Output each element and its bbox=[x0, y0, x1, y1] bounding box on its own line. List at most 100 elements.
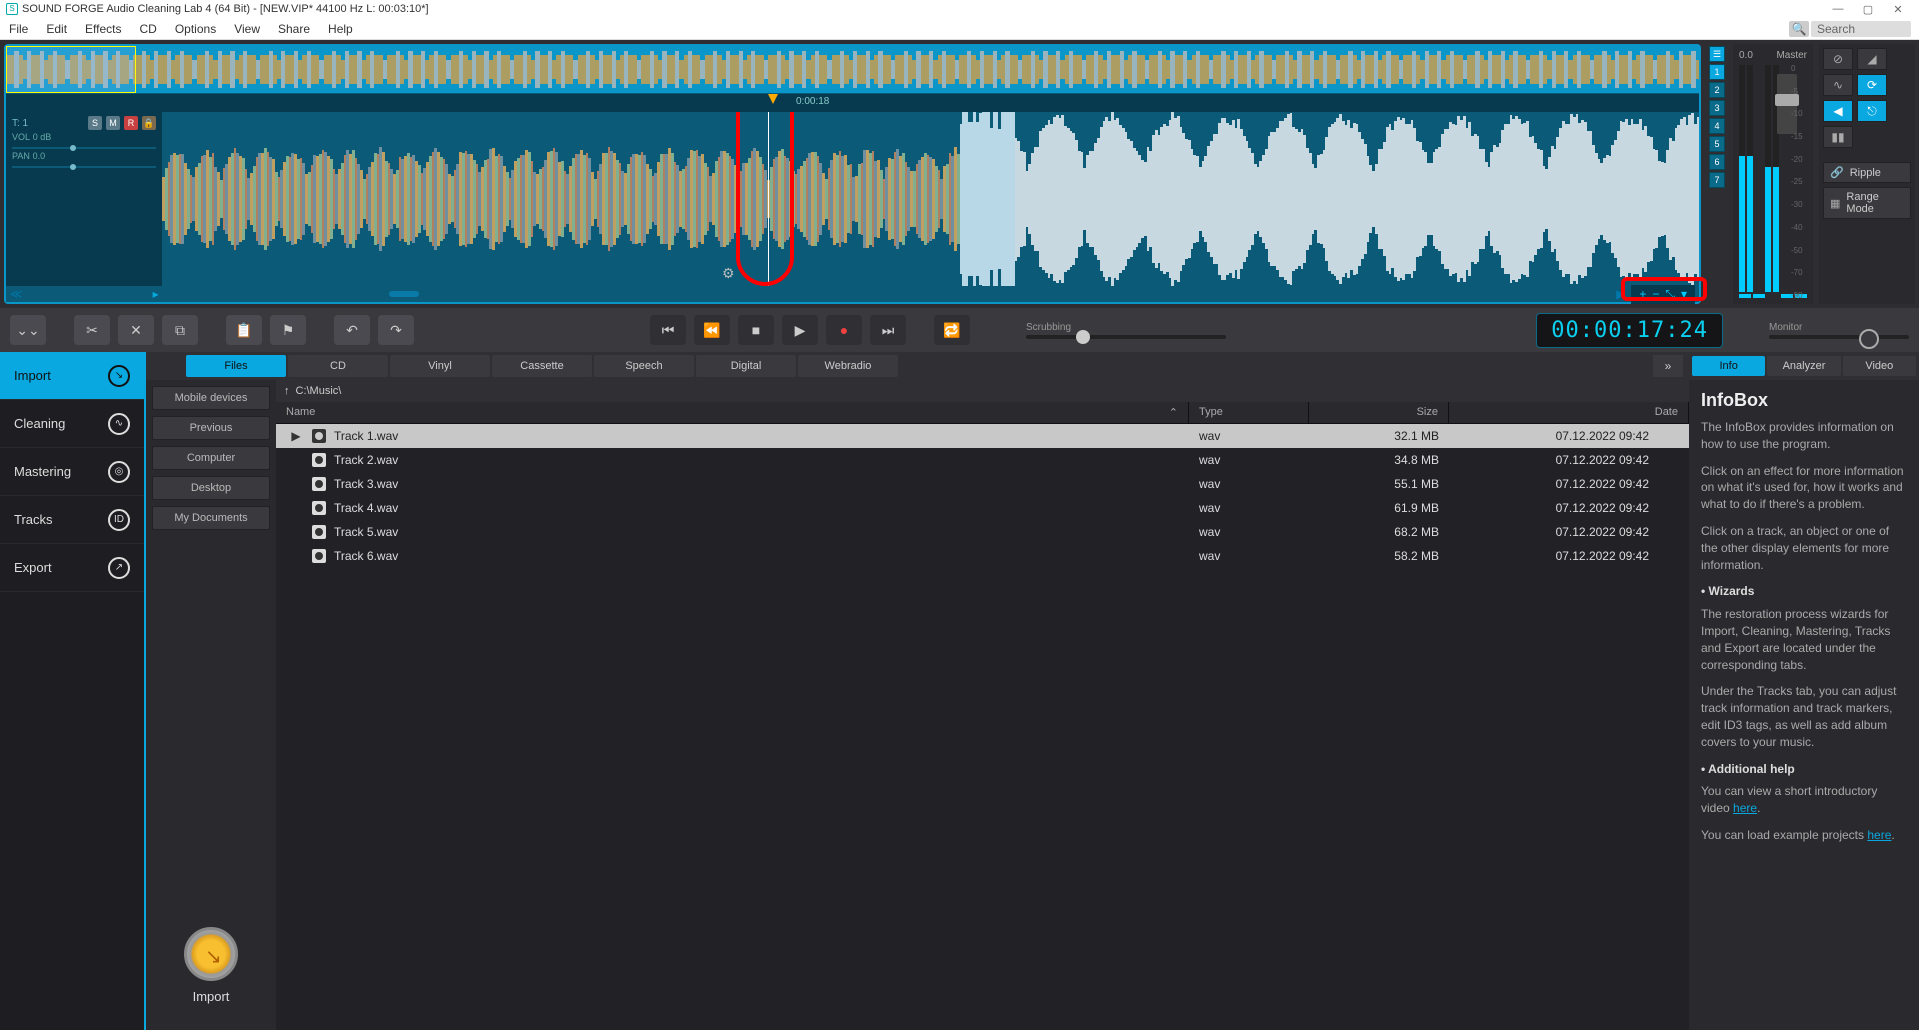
tool-wave-icon[interactable]: ∿ bbox=[1823, 74, 1853, 96]
undo-button[interactable]: ↶ bbox=[334, 315, 370, 345]
menu-options[interactable]: Options bbox=[166, 22, 225, 36]
loc-desktop[interactable]: Desktop bbox=[152, 476, 270, 500]
rewind-button[interactable]: ⏪ bbox=[694, 315, 730, 345]
sidebar-item-export[interactable]: Export↗ bbox=[0, 544, 144, 592]
pan-slider[interactable] bbox=[12, 166, 156, 168]
zoom-fit-button[interactable]: ⤡ bbox=[1665, 287, 1675, 302]
timeline-ruler[interactable]: 0:00:18 bbox=[6, 94, 1699, 112]
loc-computer[interactable]: Computer bbox=[152, 446, 270, 470]
track-5-button[interactable]: 5 bbox=[1709, 136, 1725, 152]
track-list-button[interactable]: ☰ bbox=[1709, 46, 1725, 62]
menu-help[interactable]: Help bbox=[319, 22, 362, 36]
menu-file[interactable]: File bbox=[0, 22, 37, 36]
menu-edit[interactable]: Edit bbox=[37, 22, 76, 36]
track-6-button[interactable]: 6 bbox=[1709, 154, 1725, 170]
zoom-out-button[interactable]: − bbox=[1652, 287, 1659, 302]
waveform-scrollbar[interactable]: ≪ ▸ ▶ + − ⤡ ▾ bbox=[6, 286, 1699, 302]
scroll-left-icon[interactable]: ≪ bbox=[10, 287, 23, 301]
file-header[interactable]: Name⌃ Type Size Date bbox=[276, 402, 1689, 424]
zoom-in-button[interactable]: + bbox=[1639, 287, 1646, 302]
example-projects-link[interactable]: here bbox=[1867, 828, 1891, 842]
mute-button[interactable]: M bbox=[106, 116, 120, 130]
menu-view[interactable]: View bbox=[225, 22, 269, 36]
tool-volume-icon[interactable]: ◢ bbox=[1857, 48, 1887, 70]
playhead-cursor[interactable] bbox=[768, 112, 769, 286]
search-icon[interactable]: 🔍 bbox=[1789, 21, 1809, 37]
current-path[interactable]: C:\Music\ bbox=[296, 385, 342, 397]
rewind-start-button[interactable]: ⏮ bbox=[650, 315, 686, 345]
scrubbing-slider[interactable] bbox=[1026, 335, 1226, 339]
loc-previous[interactable]: Previous bbox=[152, 416, 270, 440]
cut-button[interactable]: ✂ bbox=[74, 315, 110, 345]
tool-reset-icon[interactable]: ⟳ bbox=[1857, 74, 1887, 96]
monitor-slider[interactable] bbox=[1769, 335, 1909, 339]
waveform-overview[interactable] bbox=[6, 46, 1699, 94]
maximize-button[interactable]: ▢ bbox=[1853, 3, 1883, 16]
marker-button[interactable]: ⚑ bbox=[270, 315, 306, 345]
path-up-icon[interactable]: ↑ bbox=[284, 385, 290, 397]
gear-icon[interactable]: ⚙ bbox=[722, 265, 735, 282]
track-7-button[interactable]: 7 bbox=[1709, 172, 1725, 188]
menu-effects[interactable]: Effects bbox=[76, 22, 130, 36]
sort-asc-icon[interactable]: ⌃ bbox=[1169, 406, 1178, 419]
tab-files[interactable]: Files bbox=[186, 355, 286, 377]
infotab-video[interactable]: Video bbox=[1843, 356, 1916, 376]
tool-levels-icon[interactable]: ▮▮ bbox=[1823, 126, 1853, 148]
lock-button[interactable]: 🔒 bbox=[142, 116, 156, 130]
solo-button[interactable]: S bbox=[88, 116, 102, 130]
range-mode-button[interactable]: ▦Range Mode bbox=[1823, 187, 1911, 219]
play-tiny-icon[interactable]: ▸ bbox=[153, 287, 159, 301]
infotab-info[interactable]: Info bbox=[1692, 356, 1765, 376]
play-button[interactable]: ▶ bbox=[782, 315, 818, 345]
menu-cd[interactable]: CD bbox=[131, 22, 166, 36]
record-arm-button[interactable]: R bbox=[124, 116, 138, 130]
loc-mydocs[interactable]: My Documents bbox=[152, 506, 270, 530]
file-row[interactable]: ▶Track 1.wavwav32.1 MB07.12.2022 09:42 bbox=[276, 424, 1689, 448]
tab-cd[interactable]: CD bbox=[288, 355, 388, 377]
file-row[interactable]: Track 3.wavwav55.1 MB07.12.2022 09:42 bbox=[276, 472, 1689, 496]
search-input[interactable]: Search bbox=[1811, 21, 1911, 37]
file-row[interactable]: Track 2.wavwav34.8 MB07.12.2022 09:42 bbox=[276, 448, 1689, 472]
waveform-track[interactable]: ⚙ bbox=[162, 112, 1699, 286]
track-4-button[interactable]: 4 bbox=[1709, 118, 1725, 134]
tool-loop-icon[interactable]: ⊘ bbox=[1823, 48, 1853, 70]
ripple-button[interactable]: 🔗Ripple bbox=[1823, 162, 1911, 183]
infotab-analyzer[interactable]: Analyzer bbox=[1767, 356, 1840, 376]
volume-slider[interactable] bbox=[12, 147, 156, 149]
tab-webradio[interactable]: Webradio bbox=[798, 355, 898, 377]
tab-speech[interactable]: Speech bbox=[594, 355, 694, 377]
scroll-right-icon[interactable]: ▶ bbox=[1616, 287, 1625, 301]
overview-selection[interactable] bbox=[6, 46, 136, 93]
track-2-button[interactable]: 2 bbox=[1709, 82, 1725, 98]
expand-down-button[interactable]: ⌄⌄ bbox=[10, 315, 46, 345]
menu-share[interactable]: Share bbox=[269, 22, 319, 36]
sidebar-item-mastering[interactable]: Mastering◎ bbox=[0, 448, 144, 496]
play-icon[interactable]: ▶ bbox=[288, 429, 304, 443]
forward-end-button[interactable]: ⏭ bbox=[870, 315, 906, 345]
loc-mobile[interactable]: Mobile devices bbox=[152, 386, 270, 410]
intro-video-link[interactable]: here bbox=[1733, 801, 1757, 815]
file-row[interactable]: Track 6.wavwav58.2 MB07.12.2022 09:42 bbox=[276, 544, 1689, 568]
sidebar-item-import[interactable]: Import↘ bbox=[0, 352, 144, 400]
tabs-more-button[interactable]: » bbox=[1653, 355, 1683, 377]
sidebar-item-tracks[interactable]: TracksID bbox=[0, 496, 144, 544]
zoom-menu-button[interactable]: ▾ bbox=[1681, 287, 1687, 302]
track-3-button[interactable]: 3 bbox=[1709, 100, 1725, 116]
record-button[interactable]: ● bbox=[826, 315, 862, 345]
redo-button[interactable]: ↷ bbox=[378, 315, 414, 345]
playhead-marker-icon[interactable] bbox=[768, 94, 778, 104]
import-big-icon[interactable] bbox=[184, 927, 238, 981]
tab-digital[interactable]: Digital bbox=[696, 355, 796, 377]
minimize-button[interactable]: — bbox=[1823, 3, 1853, 15]
file-row[interactable]: Track 5.wavwav68.2 MB07.12.2022 09:42 bbox=[276, 520, 1689, 544]
loop-toggle-button[interactable]: 🔁 bbox=[934, 315, 970, 345]
tab-vinyl[interactable]: Vinyl bbox=[390, 355, 490, 377]
sidebar-item-cleaning[interactable]: Cleaning∿ bbox=[0, 400, 144, 448]
tool-back-icon[interactable]: ◀ bbox=[1823, 100, 1853, 122]
delete-button[interactable]: ✕ bbox=[118, 315, 154, 345]
paste-button[interactable]: 📋 bbox=[226, 315, 262, 345]
close-button[interactable]: ✕ bbox=[1883, 3, 1913, 16]
stop-button[interactable]: ■ bbox=[738, 315, 774, 345]
track-1-button[interactable]: 1 bbox=[1709, 64, 1725, 80]
file-row[interactable]: Track 4.wavwav61.9 MB07.12.2022 09:42 bbox=[276, 496, 1689, 520]
